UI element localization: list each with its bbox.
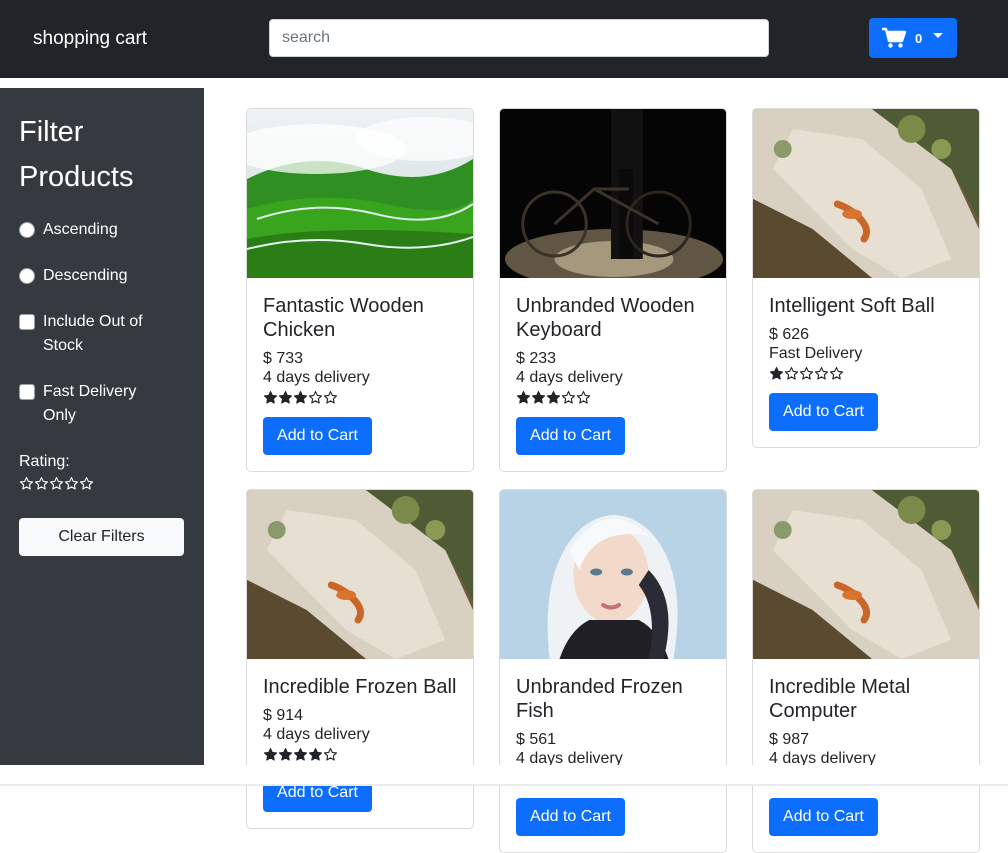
product-card-body: Unbranded Wooden Keyboard $ 233 4 days del… — [500, 278, 726, 471]
product-delivery: 4 days delivery — [516, 369, 623, 386]
add-to-cart-button[interactable]: Add to Cart — [263, 417, 372, 455]
product-name: Incredible Metal Computer — [769, 676, 911, 722]
star-empty-icon[interactable] — [34, 476, 49, 491]
descending-label: Descending — [43, 267, 128, 284]
top-navbar: shopping cart 0 — [0, 0, 1008, 78]
product-card: Unbranded Frozen Fish $ 561 4 days deliver… — [499, 489, 727, 853]
fast-delivery-label: Fast Delivery Only — [43, 383, 137, 424]
product-rating-stars — [769, 366, 963, 381]
star-empty-icon — [784, 367, 799, 380]
product-price: $ 733 — [263, 350, 304, 367]
product-price: $ 914 — [263, 707, 304, 724]
star-empty-icon[interactable] — [64, 476, 79, 491]
product-rating-stars — [263, 747, 457, 762]
caret-down-icon — [933, 32, 944, 38]
star-empty-icon[interactable] — [19, 476, 34, 491]
sort-ascending-option[interactable]: Ascending — [19, 218, 163, 242]
product-card: Fantastic Wooden Chicken $ 733 4 days deli… — [246, 108, 474, 472]
product-delivery: 4 days delivery — [263, 369, 370, 386]
star-filled-icon — [769, 367, 784, 380]
star-filled-icon — [263, 748, 278, 761]
product-price: $ 233 — [516, 350, 557, 367]
product-delivery: Fast Delivery — [769, 345, 863, 362]
star-empty-icon — [799, 367, 814, 380]
fast-delivery-option[interactable]: Fast Delivery Only — [19, 380, 163, 428]
star-filled-icon — [263, 391, 278, 404]
star-empty-icon — [308, 391, 323, 404]
product-name: Unbranded Wooden Keyboard — [516, 295, 695, 341]
add-to-cart-button[interactable]: Add to Cart — [516, 798, 625, 836]
product-rating-stars — [263, 390, 457, 405]
product-card-body: Incredible Metal Computer $ 987 4 days del… — [753, 659, 979, 852]
star-filled-icon — [293, 391, 308, 404]
add-to-cart-button[interactable]: Add to Cart — [769, 393, 878, 431]
page-bottom-area — [0, 765, 1008, 786]
product-price: $ 987 — [769, 731, 810, 748]
star-empty-icon — [814, 367, 829, 380]
product-image[interactable] — [753, 490, 979, 659]
product-card-body: Intelligent Soft Ball $ 626 Fast Delivery A… — [753, 278, 979, 447]
filter-title: Filter Products — [19, 116, 134, 193]
product-rating-stars — [516, 390, 710, 405]
rating-label: Rating: — [19, 453, 70, 470]
product-card-body: Incredible Frozen Ball $ 914 4 days delive… — [247, 659, 473, 828]
add-to-cart-button[interactable]: Add to Cart — [516, 417, 625, 455]
fast-delivery-checkbox[interactable] — [19, 384, 35, 400]
star-empty-icon — [561, 391, 576, 404]
product-name: Incredible Frozen Ball — [263, 676, 457, 698]
product-name: Fantastic Wooden Chicken — [263, 295, 424, 341]
star-empty-icon — [323, 748, 338, 761]
cart-count-badge: 0 — [915, 30, 923, 46]
star-filled-icon — [278, 748, 293, 761]
include-out-of-stock-label: Include Out of Stock — [43, 313, 143, 354]
filter-sidebar: Filter Products Ascending Descending Inc… — [0, 88, 204, 765]
star-empty-icon — [323, 391, 338, 404]
star-filled-icon — [293, 748, 308, 761]
search-input[interactable] — [269, 19, 769, 57]
ascending-label: Ascending — [43, 221, 118, 238]
product-image[interactable] — [753, 109, 979, 278]
product-name: Unbranded Frozen Fish — [516, 676, 683, 722]
product-card-body: Unbranded Frozen Fish $ 561 4 days deliver… — [500, 659, 726, 852]
product-card: Intelligent Soft Ball $ 626 Fast Delivery A… — [752, 108, 980, 448]
product-price: $ 561 — [516, 731, 557, 748]
star-empty-icon[interactable] — [49, 476, 64, 491]
include-out-of-stock-option[interactable]: Include Out of Stock — [19, 310, 163, 358]
product-card: Incredible Metal Computer $ 987 4 days del… — [752, 489, 980, 853]
star-empty-icon — [829, 367, 844, 380]
shopping-cart-icon — [882, 27, 907, 48]
sort-descending-option[interactable]: Descending — [19, 264, 163, 288]
product-card: Unbranded Wooden Keyboard $ 233 4 days del… — [499, 108, 727, 472]
product-card-body: Fantastic Wooden Chicken $ 733 4 days deli… — [247, 278, 473, 471]
product-price: $ 626 — [769, 326, 810, 343]
star-filled-icon — [308, 748, 323, 761]
star-filled-icon — [278, 391, 293, 404]
brand-title[interactable]: shopping cart — [33, 27, 147, 51]
ascending-radio[interactable] — [19, 222, 35, 238]
star-filled-icon — [531, 391, 546, 404]
product-image[interactable] — [500, 490, 726, 659]
descending-radio[interactable] — [19, 268, 35, 284]
star-empty-icon[interactable] — [79, 476, 94, 491]
product-image[interactable] — [247, 490, 473, 659]
rating-filter-stars[interactable] — [19, 476, 94, 491]
product-image[interactable] — [247, 109, 473, 278]
product-name: Intelligent Soft Ball — [769, 295, 935, 317]
star-filled-icon — [516, 391, 531, 404]
clear-filters-button[interactable]: Clear Filters — [19, 518, 184, 556]
cart-dropdown-button[interactable]: 0 — [869, 18, 957, 58]
star-empty-icon — [576, 391, 591, 404]
product-delivery: 4 days delivery — [263, 726, 370, 743]
include-out-of-stock-checkbox[interactable] — [19, 314, 35, 330]
product-image[interactable] — [500, 109, 726, 278]
star-filled-icon — [546, 391, 561, 404]
add-to-cart-button[interactable]: Add to Cart — [769, 798, 878, 836]
